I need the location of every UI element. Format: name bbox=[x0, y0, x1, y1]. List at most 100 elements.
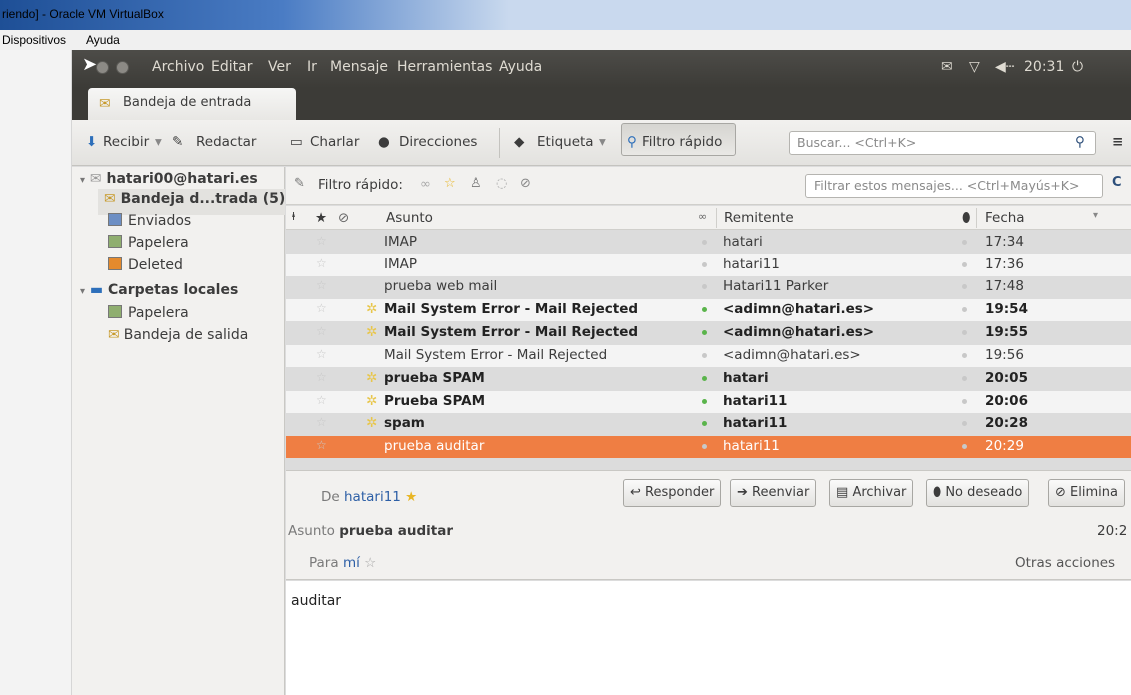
read-status-icon[interactable] bbox=[702, 330, 707, 335]
table-row[interactable]: ☆ ✲ spam hatari11 20:28 bbox=[286, 413, 1131, 435]
starred-filter-icon[interactable]: ☆ bbox=[444, 176, 456, 191]
junk-status-icon[interactable] bbox=[962, 444, 967, 449]
host-menu-ayuda[interactable]: Ayuda bbox=[86, 33, 120, 47]
read-status-icon[interactable] bbox=[702, 421, 707, 426]
read-status-icon[interactable] bbox=[702, 240, 707, 245]
folder-local-papelera[interactable]: Papelera bbox=[108, 305, 189, 321]
host-menu-dispositivos[interactable]: Dispositivos bbox=[2, 33, 66, 47]
column-remitente[interactable]: Remitente bbox=[724, 210, 794, 226]
star-outline-icon[interactable]: ☆ bbox=[316, 370, 327, 384]
star-outline-icon[interactable]: ☆ bbox=[316, 415, 327, 429]
mail-indicator-icon[interactable]: ✉ bbox=[941, 59, 953, 75]
menu-icon[interactable]: ≡ bbox=[1112, 134, 1123, 150]
maximize-window-icon[interactable] bbox=[116, 61, 129, 74]
volume-icon[interactable]: ◀┄ bbox=[995, 59, 1014, 75]
table-row[interactable]: ☆ prueba web mail Hatari11 Parker 17:48 bbox=[286, 276, 1131, 298]
read-status-icon[interactable] bbox=[702, 307, 707, 312]
folder-bandeja-salida[interactable]: ✉ Bandeja de salida bbox=[108, 327, 248, 343]
menu-ir[interactable]: Ir bbox=[307, 59, 317, 75]
folder-deleted[interactable]: Deleted bbox=[108, 257, 183, 273]
junk-status-icon[interactable] bbox=[962, 330, 967, 335]
chevron-down-icon[interactable]: ▾ bbox=[155, 134, 162, 150]
folder-papelera[interactable]: Papelera bbox=[108, 235, 189, 251]
junk-status-icon[interactable] bbox=[962, 353, 967, 358]
star-icon[interactable]: ★ bbox=[405, 489, 417, 505]
archive-button[interactable]: ▤ Archivar bbox=[829, 479, 914, 507]
etiqueta-button[interactable]: Etiqueta bbox=[537, 134, 594, 150]
table-row[interactable]: ☆ ✲ Mail System Error - Mail Rejected <adim… bbox=[286, 322, 1131, 344]
menu-ayuda[interactable]: Ayuda bbox=[499, 59, 542, 75]
junk-status-icon[interactable] bbox=[962, 307, 967, 312]
read-status-icon[interactable] bbox=[702, 262, 707, 267]
search-icon[interactable]: ⚲ bbox=[1075, 134, 1085, 150]
table-row[interactable]: ☆ Mail System Error - Mail Rejected <adimn… bbox=[286, 345, 1131, 367]
charlar-button[interactable]: Charlar bbox=[310, 134, 359, 150]
star-outline-icon[interactable]: ☆ bbox=[316, 278, 327, 292]
redactar-button[interactable]: Redactar bbox=[196, 134, 256, 150]
attachment-column-icon[interactable]: ⊘ bbox=[338, 210, 349, 226]
star-outline-icon[interactable]: ☆ bbox=[316, 438, 327, 452]
star-outline-icon[interactable]: ☆ bbox=[316, 256, 327, 270]
junk-status-icon[interactable] bbox=[962, 240, 967, 245]
reply-button[interactable]: ↩ Responder bbox=[623, 479, 722, 507]
tags-filter-icon[interactable]: ◌ bbox=[496, 176, 507, 191]
table-row[interactable]: ☆ prueba auditar hatari11 20:29 bbox=[286, 436, 1131, 458]
local-folders-row[interactable]: ▾ ▬ Carpetas locales bbox=[80, 282, 238, 298]
account-row[interactable]: ▾ ✉ hatari00@hatari.es bbox=[80, 171, 258, 187]
read-status-icon[interactable] bbox=[702, 376, 707, 381]
read-status-icon[interactable] bbox=[702, 353, 707, 358]
twisty-open-icon[interactable]: ▾ bbox=[80, 175, 85, 186]
session-icon[interactable]: ⏻ bbox=[1072, 59, 1083, 75]
contact-filter-icon[interactable]: ♙ bbox=[470, 176, 482, 191]
star-outline-icon[interactable]: ☆ bbox=[364, 555, 376, 571]
star-outline-icon[interactable]: ☆ bbox=[316, 347, 327, 361]
column-fecha[interactable]: Fecha bbox=[985, 210, 1025, 226]
junk-column-icon[interactable]: ⬮ bbox=[962, 210, 970, 226]
other-actions-button[interactable]: Otras acciones bbox=[1015, 555, 1115, 571]
star-outline-icon[interactable]: ☆ bbox=[316, 234, 327, 248]
table-row[interactable]: ☆ ✲ Mail System Error - Mail Rejected <adim… bbox=[286, 299, 1131, 321]
table-row[interactable]: ☆ IMAP hatari11 17:36 bbox=[286, 254, 1131, 276]
direcciones-button[interactable]: Direcciones bbox=[399, 134, 477, 150]
table-row[interactable]: ☆ ✲ Prueba SPAM hatari11 20:06 bbox=[286, 391, 1131, 413]
menu-ver[interactable]: Ver bbox=[268, 59, 291, 75]
delete-button[interactable]: ⊘ Elimina bbox=[1048, 479, 1125, 507]
clock[interactable]: 20:31 bbox=[1024, 59, 1064, 75]
recibir-button[interactable]: Recibir bbox=[103, 134, 149, 150]
thread-column-icon[interactable]: ⱡ bbox=[292, 210, 295, 223]
read-status-icon[interactable] bbox=[702, 284, 707, 289]
junk-button[interactable]: ⬮ No deseado bbox=[926, 479, 1030, 507]
menu-mensaje[interactable]: Mensaje bbox=[330, 59, 388, 75]
unread-filter-icon[interactable]: ∞ bbox=[420, 177, 431, 192]
menu-herramientas[interactable]: Herramientas bbox=[397, 59, 492, 75]
pin-icon[interactable]: ✎ bbox=[294, 176, 305, 191]
forward-button[interactable]: ➔ Reenviar bbox=[730, 479, 817, 507]
column-asunto[interactable]: Asunto bbox=[386, 210, 433, 226]
read-status-icon[interactable] bbox=[702, 444, 707, 449]
to-value[interactable]: mí bbox=[343, 555, 360, 571]
read-status-icon[interactable] bbox=[702, 399, 707, 404]
star-outline-icon[interactable]: ☆ bbox=[316, 324, 327, 338]
attachment-filter-icon[interactable]: ⊘ bbox=[520, 176, 531, 191]
junk-status-icon[interactable] bbox=[962, 421, 967, 426]
junk-status-icon[interactable] bbox=[962, 399, 967, 404]
menu-archivo[interactable]: Archivo bbox=[152, 59, 204, 75]
menu-editar[interactable]: Editar bbox=[211, 59, 252, 75]
table-row[interactable]: ☆ ✲ prueba SPAM hatari 20:05 bbox=[286, 368, 1131, 390]
star-column-icon[interactable]: ★ bbox=[315, 210, 327, 226]
star-outline-icon[interactable]: ☆ bbox=[316, 301, 327, 315]
chevron-down-icon[interactable]: ▾ bbox=[599, 134, 606, 150]
from-value[interactable]: hatari11 bbox=[344, 489, 401, 505]
twisty-open-icon[interactable]: ▾ bbox=[80, 286, 85, 297]
folder-inbox[interactable]: ✉ Bandeja d...trada (5) bbox=[104, 191, 285, 207]
folder-enviados[interactable]: Enviados bbox=[108, 213, 191, 229]
network-icon[interactable]: ▽ bbox=[969, 59, 980, 75]
read-column-icon[interactable]: ∞ bbox=[698, 210, 707, 223]
junk-status-icon[interactable] bbox=[962, 284, 967, 289]
search-icon[interactable]: C bbox=[1112, 175, 1122, 190]
junk-status-icon[interactable] bbox=[962, 262, 967, 267]
table-row[interactable]: ☆ IMAP hatari 17:34 bbox=[286, 232, 1131, 254]
junk-status-icon[interactable] bbox=[962, 376, 967, 381]
sort-chevron-icon[interactable]: ▾ bbox=[1093, 210, 1098, 221]
minimize-window-icon[interactable] bbox=[96, 61, 109, 74]
